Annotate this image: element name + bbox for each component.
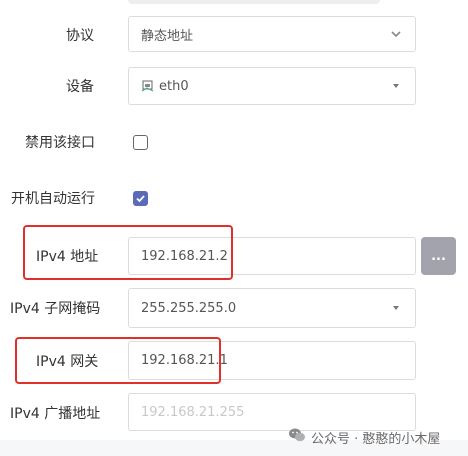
watermark: 公众号 · 憨憨的小木屋: [288, 427, 440, 447]
protocol-select[interactable]: 静态地址: [128, 16, 416, 52]
caret-down-icon: [389, 301, 403, 315]
protocol-label: 协议: [66, 28, 94, 44]
ipv4-address-label: IPv4 地址: [36, 249, 99, 265]
ipv4-netmask-select[interactable]: 255.255.255.0: [128, 288, 416, 328]
device-label: 设备: [66, 79, 94, 95]
watermark-text: 公众号 · 憨憨的小木屋: [311, 431, 441, 447]
protocol-value: 静态地址: [141, 28, 194, 44]
auto-start-label: 开机自动运行: [11, 191, 95, 207]
caret-down-icon: [389, 79, 403, 93]
device-value: eth0: [159, 78, 189, 94]
disable-interface-checkbox[interactable]: [133, 135, 148, 150]
checkmark-icon: [136, 195, 145, 203]
ipv4-broadcast-input[interactable]: 192.168.21.255: [128, 393, 416, 431]
add-address-button[interactable]: ...: [421, 237, 456, 275]
ipv4-netmask-value: 255.255.255.0: [141, 300, 237, 316]
previous-field-edge: [128, 0, 380, 4]
ipv4-address-input[interactable]: 192.168.21.2: [128, 237, 416, 275]
ipv4-gateway-value: 192.168.21.1: [141, 353, 228, 368]
ipv4-gateway-input[interactable]: 192.168.21.1: [128, 341, 416, 380]
ethernet-port-icon: [141, 79, 155, 93]
auto-start-checkbox[interactable]: [133, 191, 148, 206]
chevron-down-icon: [389, 27, 403, 41]
ipv4-broadcast-placeholder: 192.168.21.255: [141, 404, 245, 420]
ipv4-netmask-label: IPv4 子网掩码: [10, 301, 101, 317]
disable-interface-label: 禁用该接口: [25, 135, 95, 151]
wechat-icon: [288, 427, 306, 447]
ipv4-broadcast-label: IPv4 广播地址: [10, 406, 101, 422]
ipv4-gateway-label: IPv4 网关: [36, 354, 99, 370]
ipv4-address-value: 192.168.21.2: [141, 248, 228, 264]
device-select[interactable]: eth0: [128, 67, 416, 105]
